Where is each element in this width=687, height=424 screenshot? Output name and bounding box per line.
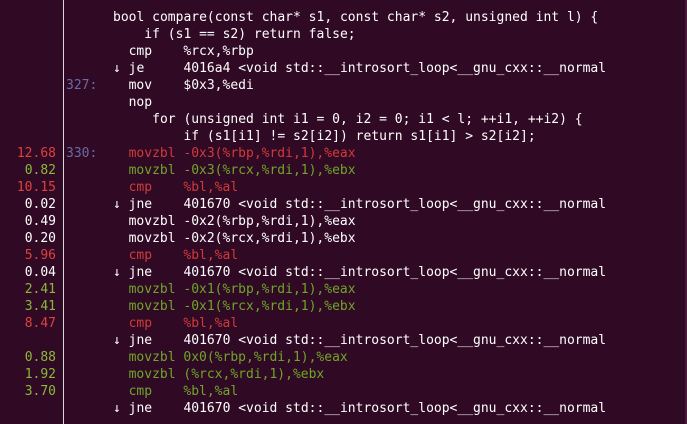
code-text: bool compare(const char* s1, const char*… [113,10,599,25]
code-text: movzbl -0x1(%rcx,%rdi,1),%ebx [128,299,356,314]
asm-row[interactable]: 3.41 movzbl -0x1(%rcx,%rdi,1),%ebx [0,298,687,315]
code-text: cmp %bl,%al [128,384,239,399]
asm-row[interactable]: ↓ jne 401670 <void std::__introsort_loop… [0,332,687,349]
jump-instruction: ↓ jne 401670 <void std::__introsort_loop… [113,333,607,348]
annotate-view: bool compare(const char* s1, const char*… [0,0,687,424]
percent-value: 5.96 [24,248,56,263]
code-text: mov $0x3,%edi [128,78,254,93]
jump-instruction: ↓ je 4016a4 <void std::__introsort_loop<… [113,61,607,76]
asm-row[interactable]: bool compare(const char* s1, const char*… [0,9,687,26]
jump-instruction: ↓ jne 401670 <void std::__introsort_loop… [113,197,607,212]
code-text: cmp %rcx,%rbp [128,44,254,59]
asm-row[interactable]: 5.96 cmp %bl,%al [0,247,687,264]
asm-row[interactable]: 1.92 movzbl (%rcx,%rdi,1),%ebx [0,366,687,383]
asm-row[interactable]: ↓ je 4016a4 <void std::__introsort_loop<… [0,60,687,77]
asm-row[interactable]: 0.49 movzbl -0x2(%rbp,%rdi,1),%eax [0,213,687,230]
asm-row[interactable]: 12.68 330: movzbl -0x3(%rbp,%rdi,1),%eax [0,145,687,162]
asm-row[interactable]: 2.41 movzbl -0x1(%rbp,%rdi,1),%eax [0,281,687,298]
code-text: if (s1 == s2) return false; [113,27,356,42]
percent-value: 2.41 [24,282,56,297]
code-text: movzbl -0x2(%rbp,%rdi,1),%eax [128,214,356,229]
percent-value: 8.47 [24,316,56,331]
line-number: 327: [66,78,98,93]
percent-value: 0.04 [24,265,56,280]
code-text: movzbl -0x3(%rbp,%rdi,1),%eax [128,146,356,161]
line-number: 330: [66,146,98,161]
percent-value: 3.41 [24,299,56,314]
percent-value: 1.92 [24,367,56,382]
asm-row[interactable]: 8.47 cmp %bl,%al [0,315,687,332]
asm-row[interactable]: 0.88 movzbl 0x0(%rbp,%rdi,1),%eax [0,349,687,366]
percent-value: 0.20 [24,231,56,246]
asm-row[interactable]: if (s1 == s2) return false; [0,26,687,43]
asm-row[interactable]: 0.82 movzbl -0x3(%rcx,%rdi,1),%ebx [0,162,687,179]
asm-row[interactable]: ↓ jne 401670 <void std::__introsort_loop… [0,400,687,417]
asm-row[interactable]: 327: mov $0x3,%edi [0,77,687,94]
asm-row[interactable]: for (unsigned int i1 = 0, i2 = 0; i1 < l… [0,111,687,128]
code-text: for (unsigned int i1 = 0, i2 = 0; i1 < l… [113,112,583,127]
code-text: nop [128,95,153,110]
asm-row[interactable]: cmp %rcx,%rbp [0,43,687,60]
code-text: cmp %bl,%al [128,248,239,263]
jump-instruction: ↓ jne 401670 <void std::__introsort_loop… [113,401,607,416]
asm-row[interactable]: 0.04 ↓ jne 401670 <void std::__introsort_… [0,264,687,281]
asm-row[interactable]: 3.70 cmp %bl,%al [0,383,687,400]
percent-value: 0.49 [24,214,56,229]
code-text: movzbl -0x3(%rcx,%rdi,1),%ebx [128,163,356,178]
code-text: movzbl (%rcx,%rdi,1),%ebx [128,367,325,382]
code-text: movzbl -0x2(%rcx,%rdi,1),%ebx [128,231,356,246]
percent-value: 0.82 [24,163,56,178]
code-text: if (s1[i1] != s2[i2]) return s1[i1] > s2… [113,129,536,144]
jump-instruction: ↓ jne 401670 <void std::__introsort_loop… [113,265,607,280]
code-text: cmp %bl,%al [128,180,239,195]
percent-value: 3.70 [24,384,56,399]
code-text: movzbl 0x0(%rbp,%rdi,1),%eax [128,350,348,365]
asm-row[interactable]: if (s1[i1] != s2[i2]) return s1[i1] > s2… [0,128,687,145]
asm-row[interactable]: nop [0,94,687,111]
asm-row[interactable]: 10.15 cmp %bl,%al [0,179,687,196]
percent-value: 0.02 [24,197,56,212]
code-text: cmp %bl,%al [128,316,239,331]
asm-row[interactable]: 0.02 ↓ jne 401670 <void std::__introsort_… [0,196,687,213]
percent-value: 12.68 [16,146,56,161]
percent-value: 0.88 [24,350,56,365]
code-text: movzbl -0x1(%rbp,%rdi,1),%eax [128,282,356,297]
percent-value: 10.15 [16,180,56,195]
asm-row[interactable]: 0.20 movzbl -0x2(%rcx,%rdi,1),%ebx [0,230,687,247]
